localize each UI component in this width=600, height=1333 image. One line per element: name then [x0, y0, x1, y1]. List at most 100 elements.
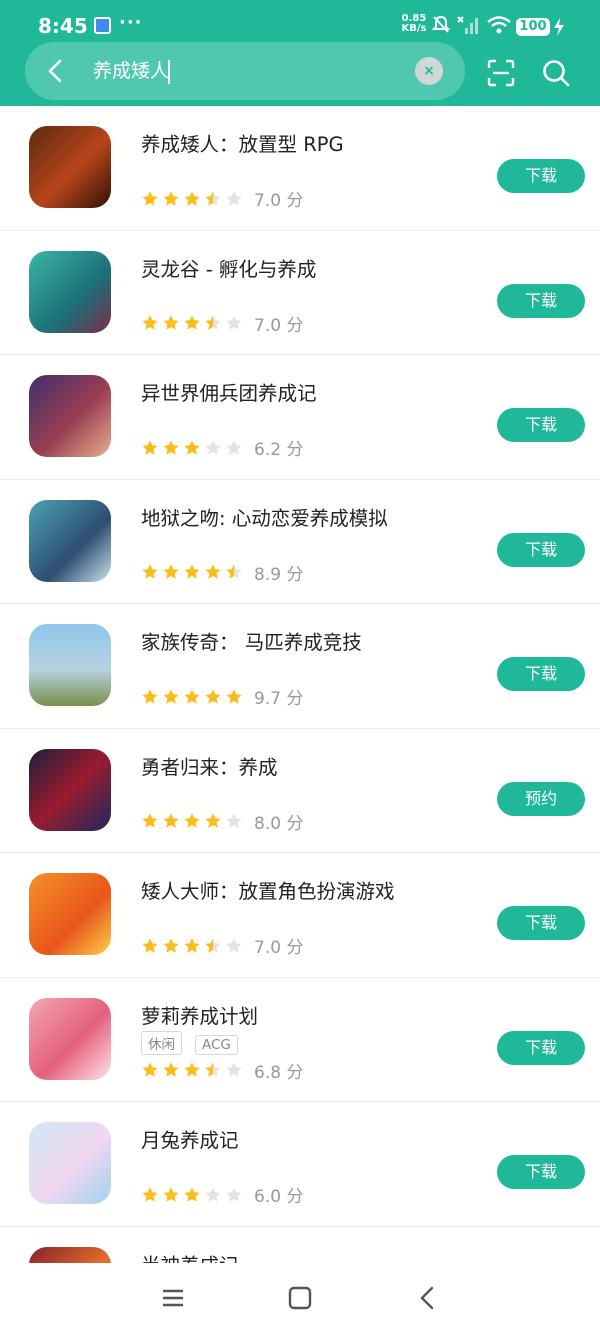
rating: 7.0 分	[141, 311, 303, 336]
star-filled-icon	[163, 813, 179, 828]
app-icon[interactable]	[29, 250, 111, 333]
app-name[interactable]: 灵龙谷 - 孵化与养成	[141, 253, 316, 282]
download-button[interactable]: 下载	[497, 906, 585, 940]
star-filled-icon	[163, 564, 179, 579]
list-item[interactable]: 矮人大师：放置角色扮演游戏 7.0 分 下载	[0, 853, 600, 978]
star-filled-icon	[142, 813, 158, 828]
search-results-list[interactable]: 养成矮人：放置型 RPG 7.0 分 下载 灵龙谷 - 孵化与养成 7.0 分 …	[0, 106, 600, 1263]
rating: 8.9 分	[141, 560, 303, 585]
app-name[interactable]: 异世界佣兵团养成记	[141, 377, 317, 406]
nav-back-icon[interactable]	[413, 1283, 443, 1313]
more-notifications-icon: ···	[119, 12, 143, 33]
scan-icon[interactable]	[486, 58, 516, 88]
home-icon[interactable]	[285, 1283, 315, 1313]
app-name[interactable]: 月兔养成记	[141, 1124, 239, 1153]
menu-icon[interactable]	[158, 1283, 188, 1313]
star-filled-icon	[142, 439, 158, 455]
star-half-icon	[205, 937, 221, 953]
app-icon[interactable]	[29, 499, 111, 582]
star-half-icon	[226, 564, 242, 579]
rating: 7.0 分	[141, 933, 303, 958]
star-filled-icon	[142, 1186, 158, 1202]
star-filled-icon	[205, 813, 221, 828]
star-empty-icon	[226, 1186, 242, 1202]
network-speed: 0.85 KB/s	[401, 13, 427, 34]
reserve-button[interactable]: 预约	[497, 781, 585, 816]
star-filled-icon	[226, 688, 242, 704]
notification-app-icon	[94, 17, 111, 34]
star-filled-icon	[142, 1062, 158, 1077]
download-button[interactable]: 下载	[497, 283, 585, 318]
system-nav-bar	[0, 1263, 600, 1333]
score-text: 7.0 分	[254, 315, 304, 336]
list-item[interactable]: 灵龙谷 - 孵化与养成 7.0 分 下载	[0, 231, 600, 355]
star-filled-icon	[163, 937, 179, 953]
download-button[interactable]: 下载	[497, 1155, 585, 1189]
download-button[interactable]: 下载	[497, 657, 585, 691]
list-item[interactable]: 萝莉养成计划 休闲 ACG 6.8 分 下载	[0, 978, 600, 1102]
top-bar: 8:45 ··· 0.85 KB/s 100 养成矮人 ×	[0, 0, 600, 106]
search-bar[interactable]	[25, 42, 465, 100]
star-empty-icon	[226, 315, 242, 330]
star-filled-icon	[205, 688, 221, 704]
star-filled-icon	[163, 688, 179, 704]
list-item[interactable]: 家族传奇： 马匹养成竞技 9.7 分 下载	[0, 604, 600, 729]
status-time: 8:45	[38, 14, 88, 38]
back-icon[interactable]	[40, 55, 72, 87]
download-button[interactable]: 下载	[497, 159, 585, 193]
app-icon[interactable]	[29, 873, 111, 955]
download-button[interactable]: 下载	[497, 532, 585, 567]
app-name[interactable]: 养成矮人：放置型 RPG	[141, 128, 344, 157]
list-item[interactable]: 半神养成记	[0, 1227, 600, 1264]
app-icon[interactable]	[29, 748, 111, 831]
app-name[interactable]: 半神养成记	[141, 1249, 239, 1264]
app-name[interactable]: 家族传奇： 马匹养成竞技	[141, 626, 362, 655]
wifi-icon	[487, 16, 511, 34]
score-text: 6.8 分	[254, 1062, 304, 1083]
star-filled-icon	[184, 315, 200, 330]
star-half-icon	[205, 190, 221, 206]
app-name[interactable]: 勇者归来：养成	[141, 751, 278, 780]
search-icon[interactable]	[541, 58, 571, 88]
star-filled-icon	[142, 315, 158, 330]
signal-icon	[457, 16, 478, 34]
search-input[interactable]: 养成矮人	[93, 58, 169, 84]
rating: 7.0 分	[141, 186, 303, 211]
app-icon[interactable]	[29, 997, 111, 1080]
star-empty-icon	[226, 937, 242, 953]
star-filled-icon	[163, 190, 179, 206]
mute-bell-icon	[431, 15, 451, 33]
star-half-icon	[205, 1062, 221, 1077]
score-text: 8.9 分	[254, 564, 304, 585]
star-filled-icon	[142, 564, 158, 579]
score-text: 9.7 分	[254, 689, 304, 709]
score-text: 7.0 分	[254, 191, 304, 211]
charging-icon	[554, 18, 564, 36]
list-item[interactable]: 月兔养成记 6.0 分 下载	[0, 1102, 600, 1227]
star-filled-icon	[184, 190, 200, 206]
app-icon[interactable]	[29, 1122, 111, 1204]
list-item[interactable]: 异世界佣兵团养成记 6.2 分 下载	[0, 355, 600, 480]
app-icon[interactable]	[29, 375, 111, 457]
app-name[interactable]: 矮人大师：放置角色扮演游戏	[141, 875, 395, 904]
app-name[interactable]: 萝莉养成计划	[141, 1000, 258, 1029]
list-item[interactable]: 养成矮人：放置型 RPG 7.0 分 下载	[0, 106, 600, 231]
download-button[interactable]: 下载	[497, 408, 585, 442]
score-text: 6.0 分	[254, 1187, 304, 1207]
app-icon[interactable]	[29, 624, 111, 706]
app-icon[interactable]	[29, 1246, 111, 1263]
app-icon[interactable]	[29, 126, 111, 208]
app-name[interactable]: 地狱之吻: 心动恋爱养成模拟	[141, 502, 388, 531]
list-item[interactable]: 地狱之吻: 心动恋爱养成模拟 8.9 分 下载	[0, 480, 600, 604]
rating: 6.8 分	[141, 1058, 303, 1083]
clear-search-button[interactable]: ×	[415, 57, 443, 85]
list-item[interactable]: 勇者归来：养成 8.0 分 预约	[0, 729, 600, 853]
star-filled-icon	[163, 315, 179, 330]
score-text: 6.2 分	[254, 440, 304, 460]
star-filled-icon	[163, 439, 179, 455]
download-button[interactable]: 下载	[497, 1030, 585, 1065]
star-filled-icon	[184, 564, 200, 579]
rating: 9.7 分	[141, 684, 303, 709]
star-filled-icon	[184, 688, 200, 704]
star-filled-icon	[142, 688, 158, 704]
